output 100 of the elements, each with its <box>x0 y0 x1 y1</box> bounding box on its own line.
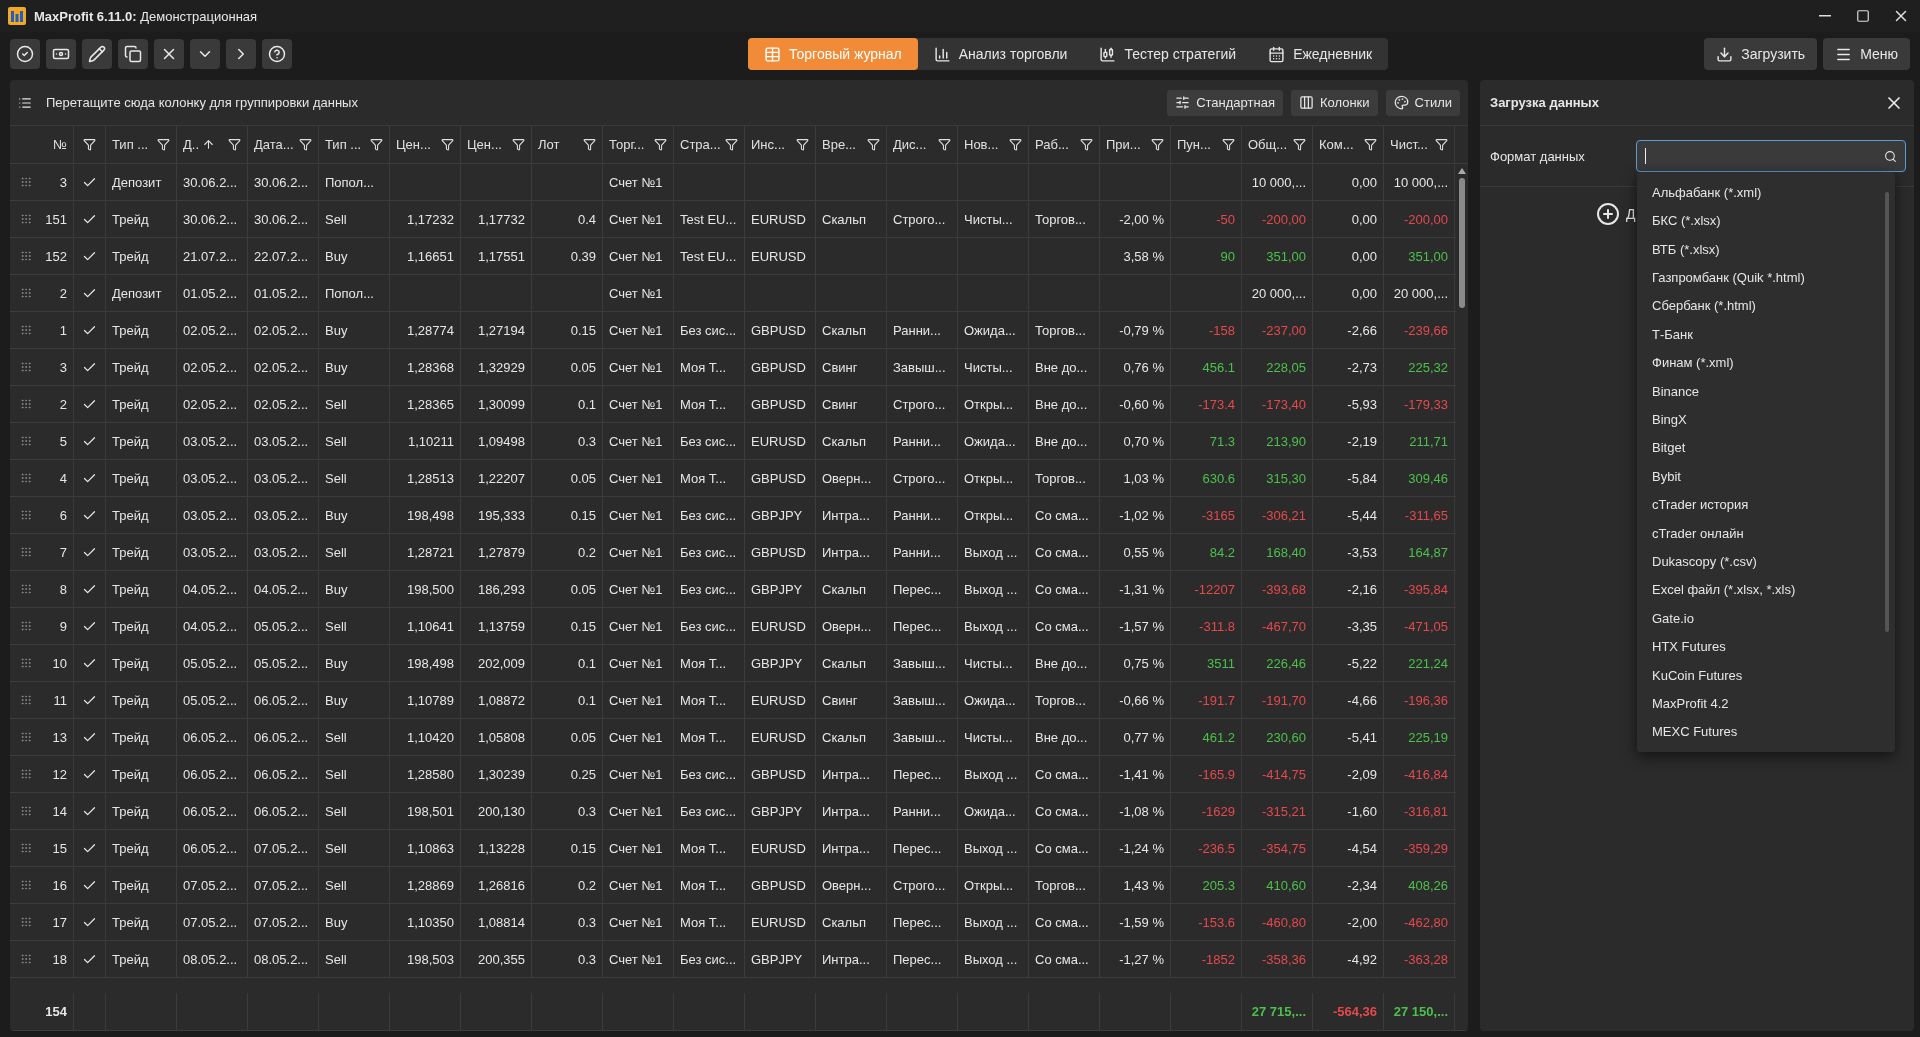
filter-icon[interactable] <box>725 138 738 151</box>
filter-icon[interactable] <box>867 138 880 151</box>
menu-button[interactable]: Меню <box>1823 38 1910 70</box>
delete-button[interactable] <box>154 39 184 69</box>
dropdown-item[interactable]: cTrader онлайн <box>1637 518 1885 548</box>
column-header[interactable]: При... <box>1100 126 1171 163</box>
drag-handle-icon[interactable] <box>20 176 32 188</box>
column-header[interactable]: Чист... <box>1384 126 1455 163</box>
filter-icon[interactable] <box>512 138 525 151</box>
drag-handle-icon[interactable] <box>20 805 32 817</box>
dropdown-scrollbar[interactable] <box>1885 192 1889 632</box>
drag-handle-icon[interactable] <box>20 879 32 891</box>
column-header[interactable]: Вре... <box>816 126 887 163</box>
tab[interactable]: Ежедневник <box>1252 38 1389 70</box>
load-button[interactable]: Загрузить <box>1704 38 1818 70</box>
add-check-button[interactable] <box>10 39 40 69</box>
drag-handle-icon[interactable] <box>20 213 32 225</box>
drag-handle-icon[interactable] <box>20 768 32 780</box>
filter-icon[interactable] <box>83 138 96 151</box>
drag-handle-icon[interactable] <box>20 694 32 706</box>
drag-handle-icon[interactable] <box>20 250 32 262</box>
next-button[interactable] <box>226 39 256 69</box>
column-header[interactable]: Цен... <box>390 126 461 163</box>
view-button[interactable]: Стили <box>1385 89 1460 116</box>
column-header[interactable]: Общ... <box>1242 126 1313 163</box>
column-header[interactable]: Тип ... <box>319 126 390 163</box>
table-cell: 0,00 <box>1313 238 1384 274</box>
dropdown-item[interactable]: HTX Futures <box>1637 632 1885 661</box>
filter-icon[interactable] <box>1435 138 1448 151</box>
dropdown-item[interactable]: MaxProfit 4.2 <box>1637 689 1885 718</box>
filter-icon[interactable] <box>1151 138 1164 151</box>
drag-handle-icon[interactable] <box>20 657 32 669</box>
drag-handle-icon[interactable] <box>20 916 32 928</box>
filter-icon[interactable] <box>299 138 312 151</box>
filter-icon[interactable] <box>938 138 951 151</box>
dropdown-item[interactable]: Gate.io <box>1637 604 1885 633</box>
column-header[interactable]: Дата... <box>248 126 319 163</box>
filter-icon[interactable] <box>157 138 170 151</box>
filter-icon[interactable] <box>1364 138 1377 151</box>
drag-handle-icon[interactable] <box>20 509 32 521</box>
drag-handle-icon[interactable] <box>20 435 32 447</box>
edit-button[interactable] <box>82 39 112 69</box>
filter-icon[interactable] <box>654 138 667 151</box>
format-field[interactable] <box>1636 140 1906 172</box>
dropdown-item[interactable]: Binance <box>1637 376 1885 406</box>
money-button[interactable] <box>46 39 76 69</box>
column-header[interactable]: Дис... <box>887 126 958 163</box>
column-header[interactable]: Инс... <box>745 126 816 163</box>
column-header[interactable]: Стра... <box>674 126 745 163</box>
copy-button[interactable] <box>118 39 148 69</box>
filter-icon[interactable] <box>1222 138 1235 151</box>
dropdown-item[interactable]: Финам (*.xml) <box>1637 348 1885 377</box>
filter-icon[interactable] <box>370 138 383 151</box>
drag-handle-icon[interactable] <box>20 361 32 373</box>
expand-button[interactable] <box>190 39 220 69</box>
dropdown-item[interactable]: Dukascopy (*.csv) <box>1637 547 1885 576</box>
dropdown-item[interactable]: Bybit <box>1637 462 1885 491</box>
column-header[interactable]: Раб... <box>1029 126 1100 163</box>
dropdown-item[interactable]: Т-Банк <box>1637 320 1885 349</box>
table-cell: Завыш... <box>887 645 958 681</box>
view-button[interactable]: Колонки <box>1290 89 1378 116</box>
dropdown-item[interactable]: ВТБ (*.xlsx) <box>1637 234 1885 264</box>
filter-icon[interactable] <box>583 138 596 151</box>
drag-handle-icon[interactable] <box>20 842 32 854</box>
drag-handle-icon[interactable] <box>20 953 32 965</box>
dropdown-item[interactable]: KuCoin Futures <box>1637 660 1885 690</box>
column-header[interactable]: Цен... <box>461 126 532 163</box>
drag-handle-icon[interactable] <box>20 398 32 410</box>
dropdown-item[interactable]: BingX <box>1637 405 1885 434</box>
filter-icon[interactable] <box>1080 138 1093 151</box>
drag-handle-icon[interactable] <box>20 472 32 484</box>
filter-icon[interactable] <box>1293 138 1306 151</box>
dropdown-item[interactable]: MEXC Futures <box>1637 717 1885 747</box>
dropdown-item[interactable]: Газпромбанк (Quik *.html) <box>1637 263 1885 292</box>
column-header[interactable]: Нов... <box>958 126 1029 163</box>
column-header[interactable]: Д.. <box>177 126 248 163</box>
view-button[interactable]: Стандартная <box>1167 89 1283 116</box>
column-header[interactable]: Торг... <box>603 126 674 163</box>
column-header[interactable]: Тип ... <box>106 126 177 163</box>
filter-icon[interactable] <box>796 138 809 151</box>
tab[interactable]: Тестер стратегий <box>1083 38 1253 70</box>
help-button[interactable] <box>262 39 292 69</box>
filter-icon[interactable] <box>441 138 454 151</box>
column-header[interactable]: Пун... <box>1171 126 1242 163</box>
column-header[interactable]: Лот <box>532 126 603 163</box>
drag-handle-icon[interactable] <box>20 620 32 632</box>
dropdown-item[interactable]: Bitget <box>1637 433 1885 463</box>
filter-icon[interactable] <box>228 138 241 151</box>
dropdown-item[interactable]: cTrader история <box>1637 490 1885 519</box>
dropdown-item[interactable]: Excel файл (*.xlsx, *.xls) <box>1637 575 1885 605</box>
drag-handle-icon[interactable] <box>20 324 32 336</box>
drag-handle-icon[interactable] <box>20 546 32 558</box>
filter-icon[interactable] <box>1009 138 1022 151</box>
drag-handle-icon[interactable] <box>20 287 32 299</box>
dropdown-item[interactable]: Сбербанк (*.html) <box>1637 291 1885 321</box>
drag-handle-icon[interactable] <box>20 583 32 595</box>
column-header[interactable]: Ком... <box>1313 126 1384 163</box>
drag-handle-icon[interactable] <box>20 731 32 743</box>
column-header[interactable]: № <box>10 126 74 163</box>
tab[interactable]: Анализ торговли <box>917 38 1084 70</box>
